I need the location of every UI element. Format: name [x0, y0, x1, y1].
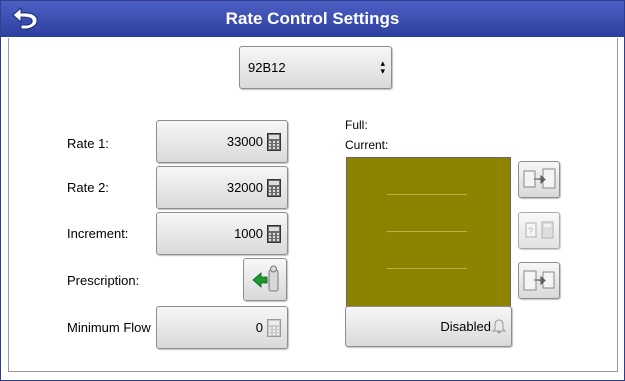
- tank-current-label: Current:: [345, 138, 389, 152]
- settings-content: 92B12 ▴ ▾ Rate 1: 33000 Rate 2: 32000 Inc…: [8, 38, 618, 372]
- prescription-button[interactable]: [243, 258, 287, 301]
- rate2-button[interactable]: 32000: [156, 166, 288, 209]
- minimum-flow-label: Minimum Flow: [67, 320, 151, 335]
- product-select[interactable]: 92B12 ▴ ▾: [239, 46, 392, 89]
- rate1-label: Rate 1:: [67, 136, 109, 151]
- minimum-flow-value: 0: [255, 320, 263, 335]
- calculator-icon: [267, 133, 281, 154]
- alarm-button[interactable]: Disabled: [345, 306, 512, 347]
- tank-empty-button[interactable]: [518, 262, 560, 299]
- calculator-icon: [267, 179, 281, 200]
- rate-control-settings-window: Rate Control Settings 92B12 ▴ ▾ Rate 1: 3…: [0, 0, 625, 381]
- calculator-icon: [267, 225, 281, 246]
- prescription-label: Prescription:: [67, 273, 140, 288]
- panel-divider: [387, 268, 467, 269]
- rate2-value: 32000: [226, 180, 263, 195]
- tank-info-calculator-icon: ?: [525, 221, 554, 239]
- svg-text:?: ?: [528, 226, 533, 236]
- rate1-value: 33000: [226, 134, 263, 149]
- product-select-value: 92B12: [248, 60, 286, 75]
- rate2-label: Rate 2:: [67, 180, 109, 195]
- increment-label: Increment:: [67, 226, 129, 241]
- calculator-icon: [267, 319, 281, 340]
- tank-fill-button[interactable]: [518, 161, 560, 198]
- page-title: Rate Control Settings: [225, 9, 400, 28]
- panel-divider: [387, 194, 467, 195]
- tank-empty-icon: [523, 270, 555, 291]
- minimum-flow-button[interactable]: 0: [156, 306, 288, 349]
- alarm-value: Disabled: [440, 319, 491, 334]
- increment-button[interactable]: 1000: [156, 212, 288, 255]
- increment-value: 1000: [234, 226, 263, 241]
- tank-level-panel: [346, 157, 511, 308]
- tank-info-button[interactable]: ?: [518, 212, 560, 249]
- select-arrows-icon: ▴ ▾: [380, 58, 385, 76]
- alarm-bell-icon: [491, 318, 507, 337]
- panel-divider: [387, 231, 467, 232]
- rate1-button[interactable]: 33000: [156, 120, 288, 163]
- title-bar: Rate Control Settings: [1, 1, 624, 37]
- tank-full-label: Full:: [345, 118, 368, 132]
- prescription-import-icon: [252, 265, 279, 292]
- tank-fill-icon: [523, 168, 556, 189]
